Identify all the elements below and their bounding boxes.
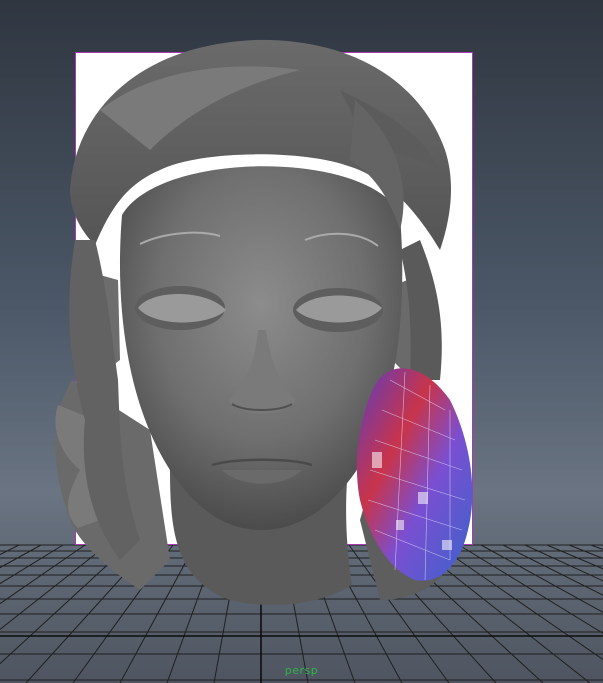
perspective-viewport[interactable]: persp [0, 0, 603, 683]
head-model[interactable] [0, 0, 603, 683]
camera-name-label: persp [284, 664, 319, 677]
